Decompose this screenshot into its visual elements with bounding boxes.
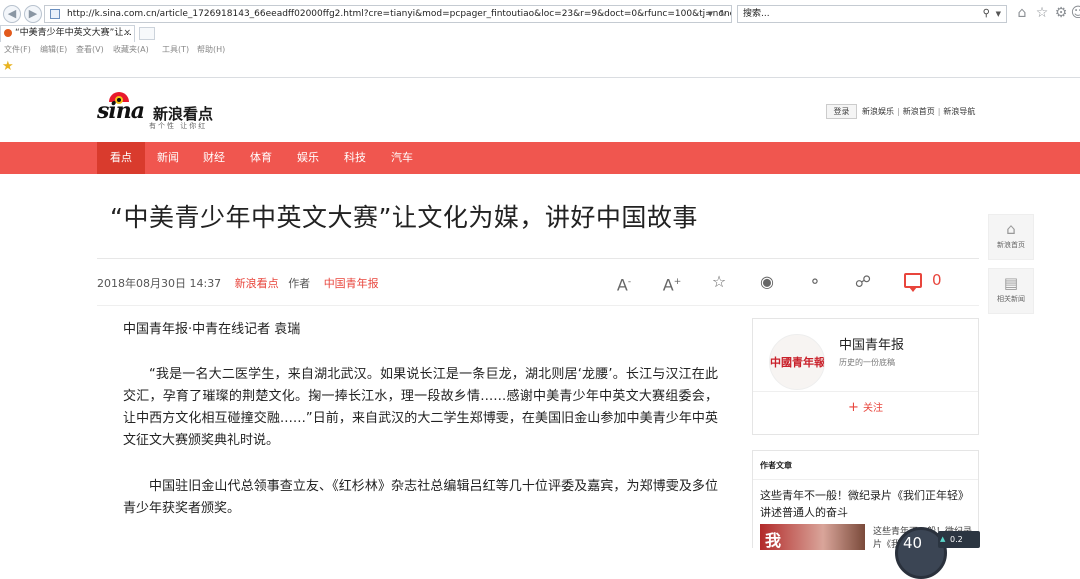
top-links: 新浪娱乐 | 新浪首页 | 新浪导航 <box>862 106 975 117</box>
browser-chrome: ◀ ▶ http://k.sina.com.cn/article_1726918… <box>0 0 1080 77</box>
menu-help[interactable]: 帮助(H) <box>197 44 225 55</box>
gear-icon[interactable]: ⚙ <box>1053 5 1069 21</box>
login-button[interactable]: 登录 <box>826 104 857 119</box>
menu-favorites[interactable]: 收藏夹(A) <box>113 44 149 55</box>
nav-item-sports[interactable]: 体育 <box>240 142 282 174</box>
speed-rate: 0.2 <box>950 535 963 544</box>
float-related-label: 相关新闻 <box>997 295 1025 303</box>
menu-tools[interactable]: 工具(T) <box>162 44 189 55</box>
link-sina-nav[interactable]: 新浪导航 <box>943 107 975 116</box>
refresh-icon[interactable]: ↻ <box>719 6 727 22</box>
follow-button[interactable]: + 关注 <box>753 399 978 415</box>
nav-item-auto[interactable]: 汽车 <box>381 142 423 174</box>
menu-view[interactable]: 查看(V) <box>76 44 104 55</box>
tab-title: “中美青少年中英文大赛”让... <box>15 28 132 38</box>
float-home-label: 新浪首页 <box>997 241 1025 249</box>
thumbnail-text: 我 <box>765 531 782 550</box>
search-input[interactable]: 搜索... ⚲ ▼ <box>737 5 1007 23</box>
meta-divider-bottom <box>97 305 979 306</box>
search-dropdown-icon[interactable]: ▼ <box>996 6 1001 22</box>
link-separator: | <box>897 107 900 116</box>
back-button[interactable]: ◀ <box>3 5 21 23</box>
smiley-icon[interactable]: ☺ <box>1070 5 1080 21</box>
author-label: 作者 <box>288 277 311 290</box>
search-placeholder: 搜索... <box>743 9 770 19</box>
logo-sina-text: sina <box>97 98 145 124</box>
menu-file[interactable]: 文件(F) <box>4 44 31 55</box>
font-increase-icon[interactable]: A+ <box>661 271 683 294</box>
comment-icon[interactable] <box>904 273 922 292</box>
chrome-divider <box>0 77 1080 78</box>
link-sina-ent[interactable]: 新浪娱乐 <box>862 107 894 116</box>
weibo-share-icon[interactable]: ◉ <box>756 271 778 293</box>
document-icon: ▤ <box>1003 274 1019 292</box>
article-meta: 2018年08月30日 14:37 新浪看点 作者 中国青年报 <box>97 275 379 291</box>
article-paragraph: “我是一名大二医学生，来自湖北武汉。如果说长江是一条巨龙，湖北则居‘龙腰’。长江… <box>123 367 718 448</box>
share-icon[interactable]: ☍ <box>852 271 874 293</box>
nav-item-kandian[interactable]: 看点 <box>97 142 145 174</box>
comment-count[interactable]: 0 <box>932 271 942 289</box>
profile-divider <box>753 391 978 392</box>
favorite-star-icon[interactable]: ☆ <box>708 271 730 293</box>
meta-divider-top <box>97 258 979 259</box>
home-icon: ⌂ <box>1006 220 1016 238</box>
upload-arrow-icon: ▲ <box>940 535 946 543</box>
float-home-button[interactable]: ⌂ 新浪首页 <box>988 214 1034 260</box>
chevron-down-icon[interactable]: ▼ <box>708 6 713 22</box>
plus-icon: + <box>848 400 859 415</box>
author-profile-card: 中國青年報 中国青年报 历史的一份底稿 + 关注 <box>752 318 979 435</box>
close-icon[interactable]: × <box>123 26 131 41</box>
nav-item-ent[interactable]: 娱乐 <box>287 142 329 174</box>
article-byline: 中国青年报·中青在线记者 袁瑞 <box>123 322 301 337</box>
article-datetime: 2018年08月30日 14:37 <box>97 277 222 290</box>
font-decrease-icon[interactable]: A- <box>613 271 635 294</box>
author-article-link[interactable]: 这些青年不一般！微纪录片《我们正年轻》讲述普通人的奋斗 <box>760 487 970 521</box>
sina-logo[interactable]: sina 新浪看点 有个性 让你红 <box>97 92 227 134</box>
article-paragraph: 中国驻旧金山代总领事查立友、《红杉林》杂志社总编辑吕红等几十位评委及嘉宾，为郑博… <box>123 479 718 516</box>
new-tab-button[interactable] <box>139 27 155 40</box>
browser-tab[interactable]: “中美青少年中英文大赛”让... × <box>0 25 135 42</box>
url-text: http://k.sina.com.cn/article_1726918143_… <box>67 9 732 19</box>
speed-percent: 40 <box>903 534 923 552</box>
favorites-star-icon[interactable]: ☆ <box>1034 5 1050 21</box>
forward-button[interactable]: ▶ <box>24 5 42 23</box>
profile-description: 历史的一份底稿 <box>839 358 895 367</box>
search-icon[interactable]: ⚲ <box>983 6 990 22</box>
page-icon <box>50 9 60 19</box>
home-icon[interactable]: ⌂ <box>1014 5 1030 21</box>
float-related-button[interactable]: ▤ 相关新闻 <box>988 268 1034 314</box>
article-source[interactable]: 新浪看点 <box>235 277 279 290</box>
follow-label: 关注 <box>862 403 883 414</box>
wechat-share-icon[interactable]: ⚬ <box>804 271 826 293</box>
logo-slogan: 有个性 让你红 <box>149 122 208 130</box>
profile-name[interactable]: 中国青年报 <box>839 334 904 353</box>
nav-item-news[interactable]: 新闻 <box>147 142 189 174</box>
nav-item-tech[interactable]: 科技 <box>334 142 376 174</box>
article-author[interactable]: 中国青年报 <box>324 277 379 290</box>
sina-favicon-icon <box>4 29 12 37</box>
add-favorite-star-icon[interactable]: ★ <box>2 60 14 74</box>
nav-item-finance[interactable]: 财经 <box>193 142 235 174</box>
link-separator: | <box>937 107 941 116</box>
article-title: “中美青少年中英文大赛”让文化为媒，讲好中国故事 <box>110 203 698 232</box>
panel-divider <box>753 479 978 480</box>
address-bar[interactable]: http://k.sina.com.cn/article_1726918143_… <box>44 5 732 23</box>
author-articles-heading: 作者文章 <box>760 461 792 470</box>
link-sina-home[interactable]: 新浪首页 <box>903 107 935 116</box>
menu-bar: 文件(F) 编辑(E) 查看(V) 收藏夹(A) 工具(T) 帮助(H) <box>0 42 1080 56</box>
menu-edit[interactable]: 编辑(E) <box>40 44 67 55</box>
author-avatar[interactable]: 中國青年報 <box>769 334 825 390</box>
